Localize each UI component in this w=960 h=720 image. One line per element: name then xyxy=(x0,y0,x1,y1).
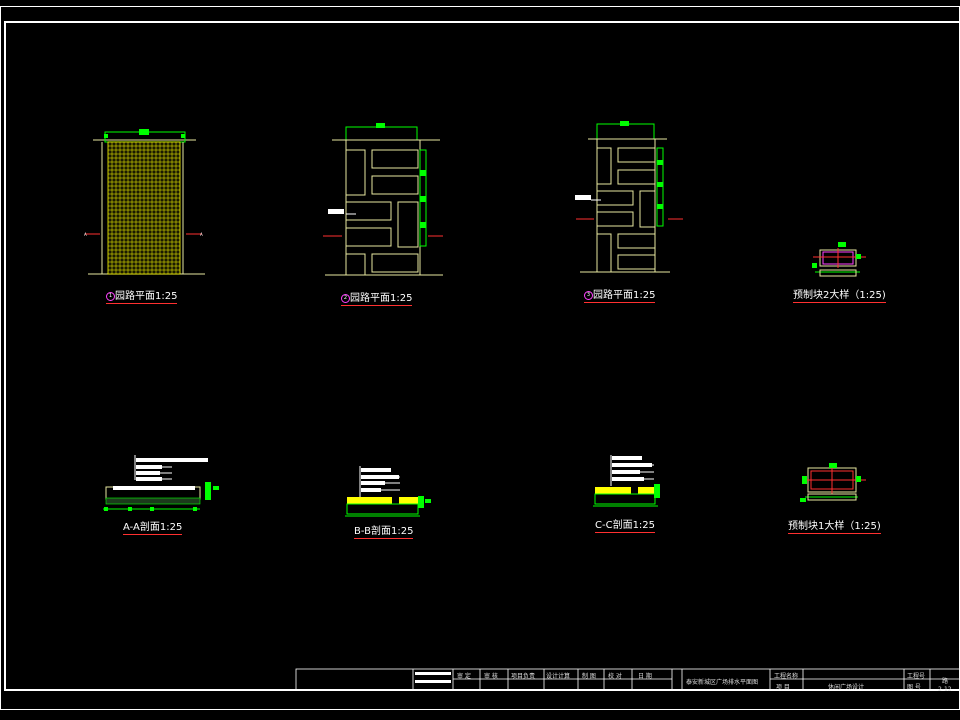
section-marker-icon: 1 xyxy=(106,291,115,301)
tb-header-date: 日 期 xyxy=(638,673,652,680)
block-1-detail xyxy=(800,463,866,502)
section-marker-icon: 2 xyxy=(341,293,350,303)
block-2-detail xyxy=(812,242,866,277)
inner-border xyxy=(4,21,960,691)
section-b-b xyxy=(345,466,431,517)
plan-2-label-text: 园路平面1:25 xyxy=(350,293,413,304)
plan-view-1: A A xyxy=(84,129,205,275)
outer-border xyxy=(0,6,960,710)
plan-view-3 xyxy=(575,121,683,273)
plan-1-label: 1 园路平面1:25 xyxy=(106,287,178,304)
cad-drawing-canvas: A A xyxy=(0,6,960,710)
plan-2-label: 2 园路平面1:25 xyxy=(341,289,413,306)
block-2-label: 预制块2大样（1:25) xyxy=(793,286,886,303)
plan-view-2 xyxy=(323,123,443,276)
section-c-c xyxy=(593,455,660,507)
block-1-label: 预制块1大样（1:25) xyxy=(788,517,881,534)
tb-sheet-prefix: 路 xyxy=(942,678,949,685)
tb-header-review: 审 核 xyxy=(484,673,498,680)
plan-3-label-text: 园路平面1:25 xyxy=(593,290,656,301)
tb-header-check: 校 对 xyxy=(608,673,622,680)
tb-sheet-no: 2-12 xyxy=(938,686,952,693)
tb-header-draw: 制 图 xyxy=(582,673,596,680)
plan-1-label-text: 园路平面1:25 xyxy=(115,291,178,302)
tb-header-calc: 设计计算 xyxy=(546,673,571,680)
tb-project-title: 泰安新城区广场排水平面图 xyxy=(686,679,759,686)
tb-field-project-no: 工程号 xyxy=(907,673,926,680)
section-b-label: B-B剖面1:25 xyxy=(354,522,414,539)
section-marker-icon: 3 xyxy=(584,290,593,300)
section-a-label: A-A剖面1:25 xyxy=(123,518,183,535)
tb-header-lead: 项目负责 xyxy=(511,673,536,680)
section-c-label: C-C剖面1:25 xyxy=(595,516,656,533)
section-a-a xyxy=(103,455,219,511)
tb-item-value: 休闲广场设计 xyxy=(828,684,865,691)
tb-header-approve: 审 定 xyxy=(457,673,471,680)
tb-field-sheet-no: 图 号 xyxy=(907,684,921,691)
svg-text:A: A xyxy=(84,232,87,237)
tb-field-item: 项 目 xyxy=(776,684,790,691)
tb-field-engineering: 工程名称 xyxy=(774,673,799,680)
plan-3-label: 3 园路平面1:25 xyxy=(584,286,656,303)
svg-text:A: A xyxy=(200,232,203,237)
